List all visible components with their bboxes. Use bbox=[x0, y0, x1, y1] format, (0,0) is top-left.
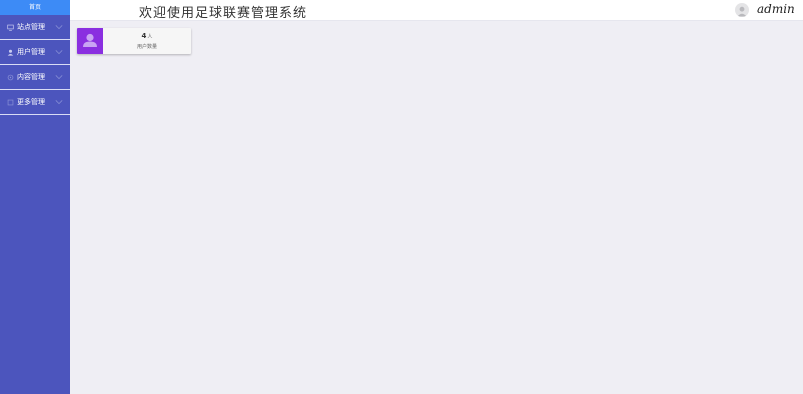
username[interactable]: admin bbox=[757, 2, 795, 16]
content-icon bbox=[6, 73, 14, 81]
chevron-down-icon bbox=[55, 75, 63, 80]
sidebar-item-users[interactable]: 用户管理 bbox=[0, 40, 70, 65]
sidebar-item-label: 更多管理 bbox=[17, 98, 45, 106]
stat-label: 用户数量 bbox=[136, 44, 157, 50]
chevron-down-icon bbox=[55, 100, 63, 105]
stat-icon-box bbox=[77, 28, 103, 54]
sidebar-home-link[interactable]: 首页 bbox=[0, 0, 70, 15]
stat-unit: 人 bbox=[147, 34, 153, 40]
top-header: 欢迎使用足球联赛管理系统 admin bbox=[70, 0, 803, 21]
sidebar-item-label: 用户管理 bbox=[17, 48, 45, 56]
sidebar-item-label: 站点管理 bbox=[17, 23, 45, 31]
user-avatar-icon[interactable] bbox=[735, 3, 749, 17]
stat-card-users: 4人 用户数量 bbox=[77, 28, 191, 54]
chevron-down-icon bbox=[55, 50, 63, 55]
monitor-icon bbox=[6, 23, 14, 31]
sidebar-item-more[interactable]: 更多管理 bbox=[0, 90, 70, 115]
sidebar: 首页 站点管理 用户管理 内容管理 更多管理 bbox=[0, 0, 70, 394]
more-icon bbox=[6, 98, 14, 106]
stat-number: 4 bbox=[141, 32, 147, 40]
page-title: 欢迎使用足球联赛管理系统 bbox=[139, 6, 308, 21]
user-icon bbox=[83, 33, 97, 47]
chevron-down-icon bbox=[55, 25, 63, 30]
user-icon bbox=[6, 48, 14, 56]
sidebar-item-label: 内容管理 bbox=[17, 73, 45, 81]
sidebar-item-site[interactable]: 站点管理 bbox=[0, 15, 70, 40]
stat-value: 4人 bbox=[103, 32, 191, 40]
sidebar-item-content[interactable]: 内容管理 bbox=[0, 65, 70, 90]
